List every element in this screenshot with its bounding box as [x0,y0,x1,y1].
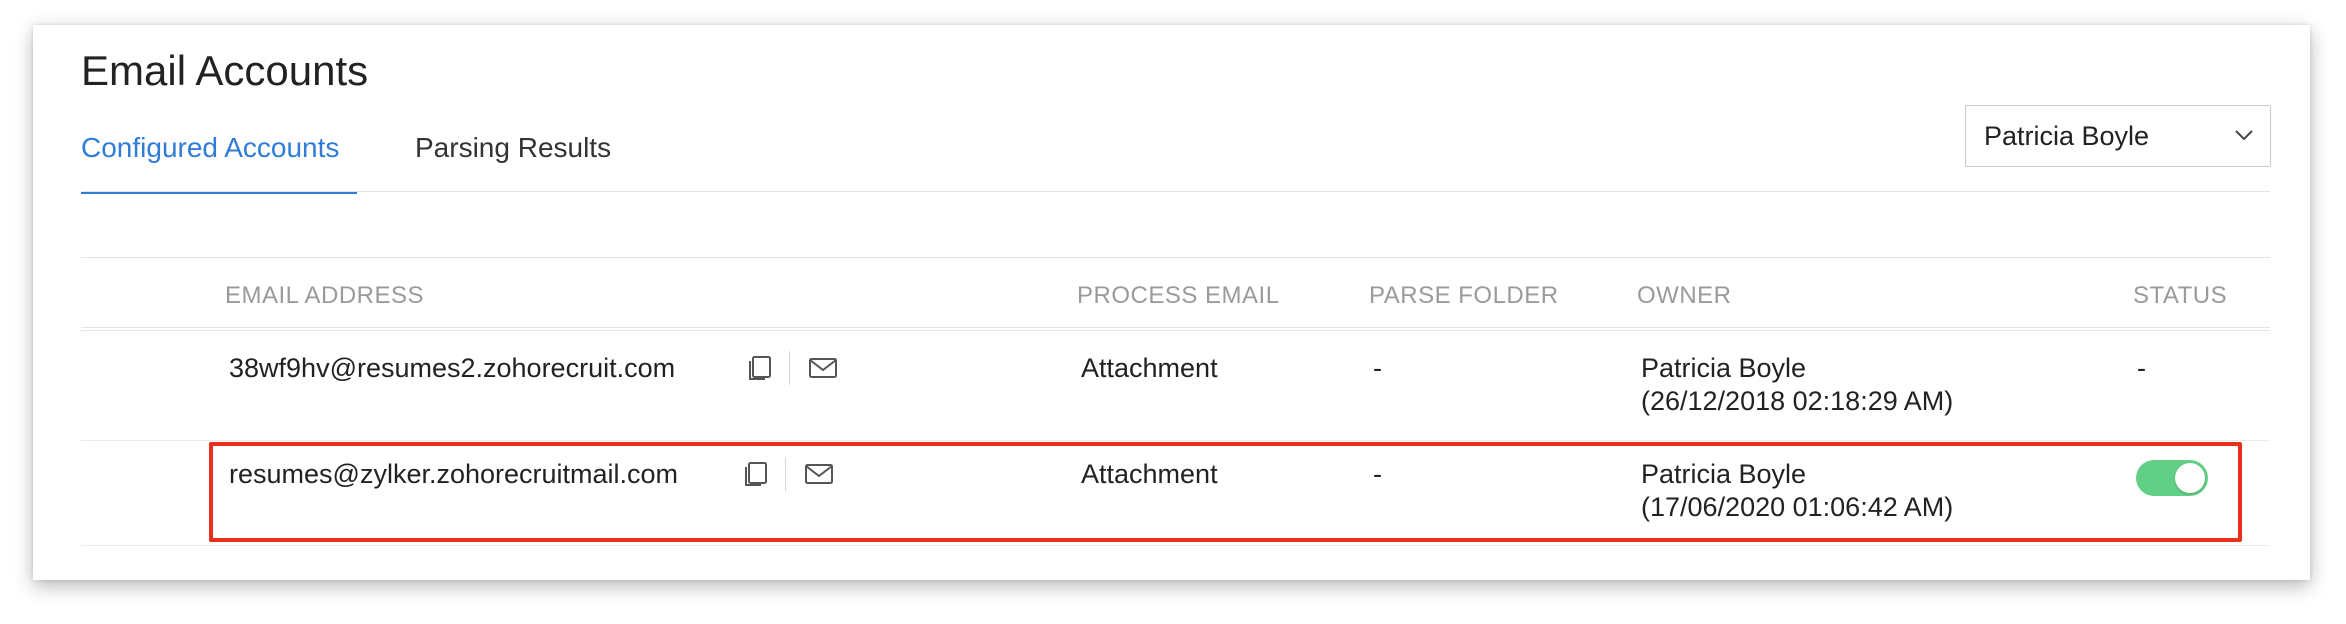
tabs-divider [81,191,2270,192]
row-owner-name: Patricia Boyle [1641,459,1807,489]
toggle-knob [2175,463,2205,493]
header-divider [81,327,2270,331]
email-accounts-panel: Email Accounts Configured Accounts Parsi… [33,25,2310,580]
tab-configured-accounts[interactable]: Configured Accounts [81,132,339,164]
mail-icon[interactable] [804,459,834,489]
row-divider [81,545,2270,546]
table-top-divider [81,257,2270,258]
column-header-process-email: PROCESS EMAIL [1077,282,1280,309]
row-divider [81,440,2270,441]
row-parse-folder: - [1373,353,1382,383]
row-process-email: Attachment [1081,353,1218,383]
mail-icon[interactable] [808,353,838,383]
row-status: - [2137,353,2146,383]
chevron-down-icon [2235,130,2253,141]
tab-parsing-results[interactable]: Parsing Results [415,132,611,164]
icon-separator [789,351,790,385]
row-email-address: resumes@zylker.zohorecruitmail.com [229,459,679,489]
row-email-address: 38wf9hv@resumes2.zohorecruit.com [229,353,676,383]
owner-filter-value: Patricia Boyle [1984,121,2150,151]
copy-icon[interactable] [745,353,775,383]
page-title: Email Accounts [81,47,369,94]
row-owner-date: (17/06/2020 01:06:42 AM) [1641,492,1954,522]
row-process-email: Attachment [1081,459,1218,489]
column-header-status: STATUS [2133,282,2228,309]
row-owner-name: Patricia Boyle [1641,353,1807,383]
column-header-parse-folder: PARSE FOLDER [1369,282,1559,309]
owner-filter-select[interactable]: Patricia Boyle [1965,105,2271,167]
column-header-email-address: EMAIL ADDRESS [225,282,425,309]
row-owner-date: (26/12/2018 02:18:29 AM) [1641,386,1954,416]
icon-separator [785,457,786,491]
status-toggle[interactable] [2136,460,2208,496]
copy-icon[interactable] [741,459,771,489]
column-header-owner: OWNER [1637,282,1732,309]
row-parse-folder: - [1373,459,1382,489]
